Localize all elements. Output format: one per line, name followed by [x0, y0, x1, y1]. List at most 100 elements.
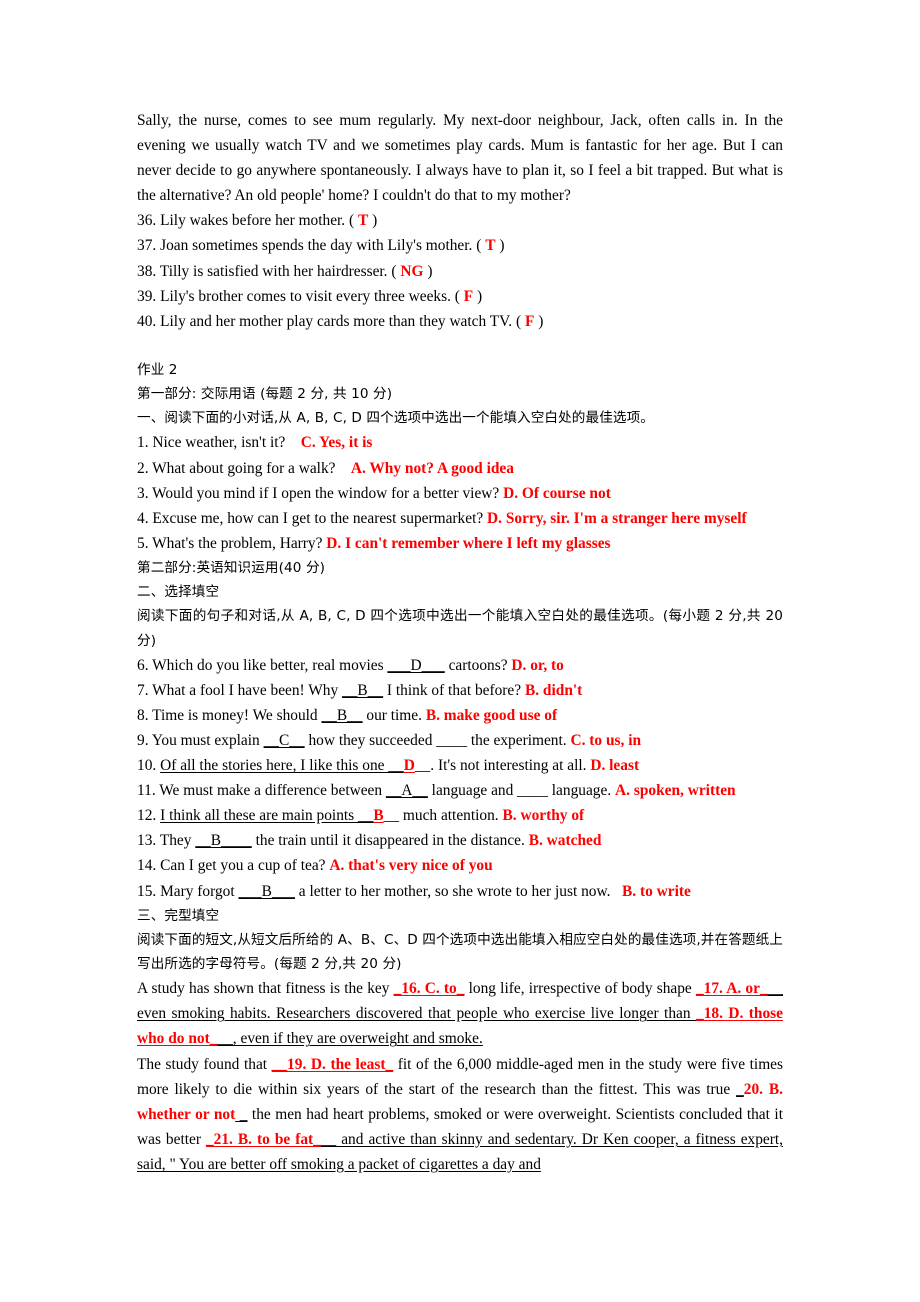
- mc-question-11-blank: __A__: [385, 782, 428, 800]
- assignment-title: 作业 2: [137, 361, 178, 378]
- cloze-answer-19: __19. D. the least_: [271, 1055, 394, 1073]
- mc-question-15-answer: B. to write: [622, 882, 691, 900]
- cloze-p1-text-4: __, even if they are overweight and smok…: [217, 1030, 483, 1048]
- mc-question-6: 6. Which do you like better, real movies…: [137, 653, 783, 678]
- cloze-answer-16: _16. C. to_: [393, 980, 465, 998]
- tf-question-36: 36. Lily wakes before her mother. ( T ): [137, 208, 783, 233]
- mc-question-11-number: 11.: [137, 782, 156, 800]
- tf-question-40-answer: F: [524, 312, 535, 330]
- dialogue-question-3-number: 3.: [137, 484, 149, 502]
- mc-question-13: 13. They __B____ the train until it disa…: [137, 828, 783, 853]
- tf-question-40-number: 40.: [137, 312, 157, 330]
- section-two-instruction: 阅读下面的句子和对话,从 A, B, C, D 四个选项中选出一个能填入空白处的…: [137, 608, 783, 649]
- mc-question-12-after: __ much attention.: [383, 807, 499, 825]
- dialogue-question-2-answer: A. Why not? A good idea: [350, 459, 514, 477]
- mc-question-8-after: our time.: [362, 706, 422, 724]
- document-body: Sally, the nurse, comes to see mum regul…: [137, 108, 783, 1177]
- mc-question-7-number: 7.: [137, 681, 149, 699]
- dialogue-question-2: 2. What about going for a walk? A. Why n…: [137, 456, 783, 481]
- dialogue-question-4-answer: D. Sorry, sir. I'm a stranger here mysel…: [487, 509, 747, 527]
- section-two-heading: 二、选择填空: [137, 584, 220, 601]
- cloze-p1-text-2: long life, irrespective of body shape: [464, 980, 696, 998]
- tf-question-40-text: Lily and her mother play cards more than…: [160, 312, 522, 330]
- mc-question-13-blank: __B____: [195, 832, 252, 850]
- tf-question-37-number: 37.: [137, 237, 157, 255]
- mc-question-10-before: Of all the stories here, I like this one…: [160, 757, 404, 775]
- mc-question-14-before: Can I get you a cup of tea?: [160, 857, 326, 875]
- mc-question-13-number: 13.: [137, 832, 157, 850]
- mc-question-10-number: 10.: [137, 757, 157, 775]
- mc-question-6-answer: D. or, to: [511, 656, 564, 674]
- mc-question-12-answer: B. worthy of: [502, 807, 585, 825]
- mc-question-7-blank: __B__: [342, 681, 384, 699]
- cloze-paragraph-2: The study found that __19. D. the least_…: [137, 1055, 783, 1173]
- tf-question-39: 39. Lily's brother comes to visit every …: [137, 284, 783, 309]
- mc-question-8-blank: __B__: [321, 706, 363, 724]
- tf-question-36-answer: T: [358, 212, 369, 230]
- dialogue-question-1-number: 1.: [137, 434, 149, 452]
- section-three-heading: 三、完型填空: [137, 907, 220, 924]
- reading-passage-paragraph: Sally, the nurse, comes to see mum regul…: [137, 112, 783, 205]
- cloze-p1-text-1: A study has shown that fitness is the ke…: [137, 980, 394, 998]
- mc-question-10-after: __. It's not interesting at all.: [414, 757, 587, 775]
- mc-question-10: 10. Of all the stories here, I like this…: [137, 753, 783, 778]
- tf-question-36-text: Lily wakes before her mother. (: [160, 212, 355, 230]
- mc-question-12: 12. I think all these are main points __…: [137, 803, 783, 828]
- tf-question-40-close: ): [538, 312, 544, 330]
- tf-question-38-answer: NG: [400, 262, 424, 280]
- mc-question-7-before: What a fool I have been! Why: [152, 681, 343, 699]
- part-one-instruction: 一、阅读下面的小对话,从 A, B, C, D 四个选项中选出一个能填入空白处的…: [137, 410, 654, 427]
- mc-question-14: 14. Can I get you a cup of tea? A. that'…: [137, 853, 783, 878]
- dialogue-question-5-answer: D. I can't remember where I left my glas…: [326, 534, 611, 552]
- mc-question-9-after: how they succeeded ____ the experiment.: [304, 732, 567, 750]
- dialogue-question-3-prompt: Would you mind if I open the window for …: [152, 484, 500, 502]
- dialogue-question-2-number: 2.: [137, 459, 149, 477]
- mc-question-7-answer: B. didn't: [524, 681, 583, 699]
- tf-question-37-answer: T: [485, 237, 496, 255]
- dialogue-question-5-prompt: What's the problem, Harry?: [152, 534, 323, 552]
- mc-question-9: 9. You must explain __C__ how they succe…: [137, 728, 783, 753]
- dialogue-question-4-number: 4.: [137, 509, 149, 527]
- part-one-heading: 第一部分: 交际用语 (每题 2 分, 共 10 分): [137, 386, 393, 403]
- tf-question-39-close: ): [477, 287, 483, 305]
- mc-question-9-answer: C. to us, in: [570, 732, 642, 750]
- mc-question-6-after: cartoons?: [444, 656, 508, 674]
- dialogue-question-2-prompt: What about going for a walk?: [152, 459, 336, 477]
- mc-question-14-answer: A. that's very nice of you: [329, 857, 493, 875]
- tf-question-39-number: 39.: [137, 287, 157, 305]
- section-three-instruction: 阅读下面的短文,从短文后所给的 A、B、C、D 四个选项中选出能填入相应空白处的…: [137, 931, 783, 973]
- mc-question-6-before: Which do you like better, real movies: [152, 656, 388, 674]
- mc-question-15-number: 15.: [137, 882, 157, 900]
- mc-question-10-blank: D: [403, 757, 415, 775]
- mc-question-12-number: 12.: [137, 807, 157, 825]
- tf-question-36-number: 36.: [137, 212, 157, 230]
- mc-question-7-after: I think of that before?: [383, 681, 522, 699]
- mc-question-8-number: 8.: [137, 706, 149, 724]
- mc-question-11-before: We must make a difference between: [159, 782, 386, 800]
- dialogue-question-1-prompt: Nice weather, isn't it?: [152, 434, 286, 452]
- document-page: Sally, the nurse, comes to see mum regul…: [0, 0, 920, 1302]
- mc-question-11: 11. We must make a difference between __…: [137, 778, 783, 803]
- mc-question-8: 8. Time is money! We should __B__ our ti…: [137, 703, 783, 728]
- dialogue-question-1: 1. Nice weather, isn't it? C. Yes, it is: [137, 430, 783, 455]
- mc-question-8-before: Time is money! We should: [152, 706, 322, 724]
- mc-question-12-before: I think all these are main points __: [160, 807, 374, 825]
- mc-question-15-blank: ___B___: [238, 882, 295, 900]
- tf-question-37-close: ): [499, 237, 505, 255]
- mc-question-11-answer: A. spoken, written: [615, 782, 736, 800]
- mc-question-9-before: You must explain: [151, 732, 264, 750]
- tf-question-39-answer: F: [463, 287, 474, 305]
- tf-question-38-number: 38.: [137, 262, 157, 280]
- mc-question-11-after: language and ____ language.: [427, 782, 612, 800]
- mc-question-12-blank: B: [373, 807, 384, 825]
- tf-question-38-text: Tilly is satisfied with her hairdresser.…: [159, 262, 397, 280]
- mc-question-15-after: a letter to her mother, so she wrote to …: [294, 882, 611, 900]
- mc-question-15: 15. Mary forgot ___B___ a letter to her …: [137, 879, 783, 904]
- mc-question-10-answer: D. least: [590, 757, 640, 775]
- tf-question-37-text: Joan sometimes spends the day with Lily'…: [160, 237, 482, 255]
- mc-question-14-number: 14.: [137, 857, 157, 875]
- mc-question-9-number: 9.: [137, 732, 149, 750]
- tf-question-39-text: Lily's brother comes to visit every thre…: [160, 287, 460, 305]
- mc-question-9-blank: __C__: [263, 732, 305, 750]
